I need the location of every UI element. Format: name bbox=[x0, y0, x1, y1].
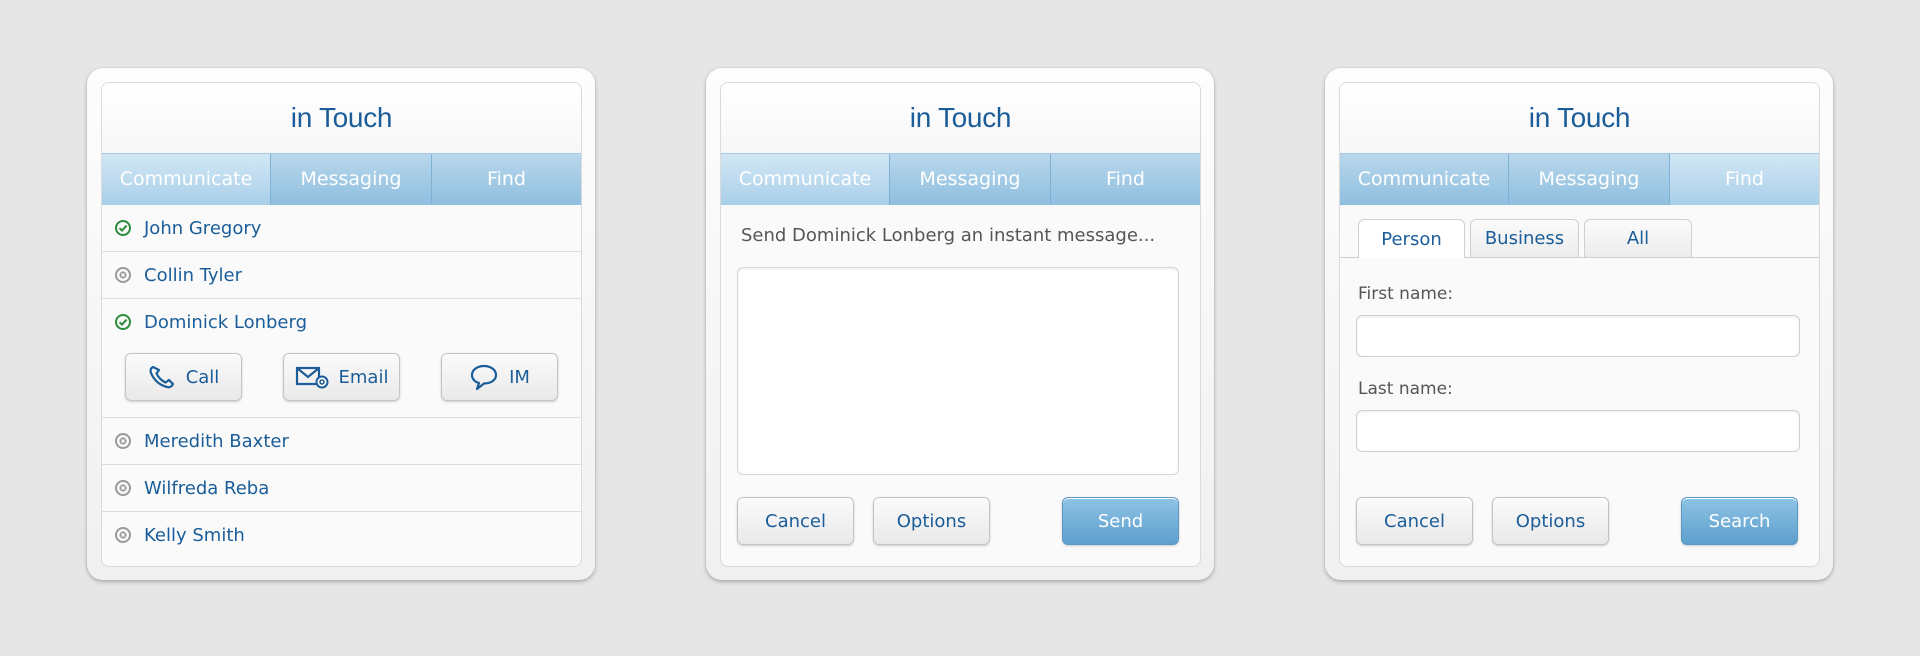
send-button[interactable]: Send bbox=[1062, 497, 1179, 545]
first-name-field[interactable] bbox=[1356, 315, 1800, 357]
contact-name: Collin Tyler bbox=[144, 264, 243, 286]
cancel-button[interactable]: Cancel bbox=[1356, 497, 1473, 545]
contact-item-john-gregory[interactable]: John Gregory bbox=[102, 205, 581, 252]
email-button-label: Email bbox=[338, 366, 389, 388]
tab-communicate[interactable]: Communicate bbox=[721, 154, 889, 205]
offline-status-icon bbox=[115, 267, 131, 283]
offline-status-icon bbox=[115, 480, 131, 496]
online-status-icon bbox=[115, 220, 131, 236]
call-button[interactable]: Call bbox=[125, 353, 242, 401]
im-button[interactable]: IM bbox=[441, 353, 558, 401]
contact-item-kelly-smith[interactable]: Kelly Smith bbox=[102, 512, 581, 558]
message-prompt: Send Dominick Lonberg an instant message… bbox=[741, 225, 1156, 246]
email-button[interactable]: Email bbox=[283, 353, 400, 401]
tab-messaging[interactable]: Messaging bbox=[270, 154, 431, 205]
online-status-icon bbox=[115, 314, 131, 330]
tab-messaging[interactable]: Messaging bbox=[889, 154, 1050, 205]
options-button[interactable]: Options bbox=[873, 497, 990, 545]
phone-icon bbox=[149, 365, 174, 389]
contact-name: Dominick Lonberg bbox=[144, 311, 308, 333]
app-title: in Touch bbox=[1340, 83, 1819, 153]
panel-inner: in Touch Communicate Messaging Find Send… bbox=[720, 82, 1201, 567]
contact-item-meredith-baxter[interactable]: Meredith Baxter bbox=[102, 418, 581, 465]
contact-name: Meredith Baxter bbox=[144, 430, 289, 452]
app-title: in Touch bbox=[102, 83, 581, 153]
call-button-label: Call bbox=[185, 366, 220, 388]
tab-communicate[interactable]: Communicate bbox=[1340, 154, 1508, 205]
panel-inner: in Touch Communicate Messaging Find John… bbox=[101, 82, 582, 567]
subtab-person[interactable]: Person bbox=[1358, 219, 1465, 258]
tab-find[interactable]: Find bbox=[1669, 154, 1819, 205]
last-name-label: Last name: bbox=[1358, 379, 1453, 399]
tab-messaging[interactable]: Messaging bbox=[1508, 154, 1669, 205]
tab-bar: Communicate Messaging Find bbox=[1340, 153, 1819, 205]
tab-find[interactable]: Find bbox=[431, 154, 581, 205]
find-panel: in Touch Communicate Messaging Find Pers… bbox=[1325, 68, 1833, 580]
subtab-business[interactable]: Business bbox=[1470, 219, 1579, 257]
contact-name: Wilfreda Reba bbox=[144, 477, 270, 499]
tab-bar: Communicate Messaging Find bbox=[721, 153, 1200, 205]
email-icon bbox=[295, 366, 329, 389]
last-name-field[interactable] bbox=[1356, 410, 1800, 452]
contact-item-wilfreda-reba[interactable]: Wilfreda Reba bbox=[102, 465, 581, 512]
cancel-button[interactable]: Cancel bbox=[737, 497, 854, 545]
chat-bubble-icon bbox=[470, 364, 498, 391]
search-button[interactable]: Search bbox=[1681, 497, 1798, 545]
communicate-panel: in Touch Communicate Messaging Find John… bbox=[87, 68, 595, 580]
contact-item-collin-tyler[interactable]: Collin Tyler bbox=[102, 252, 581, 299]
offline-status-icon bbox=[115, 433, 131, 449]
contact-item-dominick-lonberg[interactable]: Dominick Lonberg bbox=[102, 299, 581, 345]
offline-status-icon bbox=[115, 527, 131, 543]
subtab-all[interactable]: All bbox=[1584, 219, 1692, 257]
messaging-panel: in Touch Communicate Messaging Find Send… bbox=[706, 68, 1214, 580]
app-title: in Touch bbox=[721, 83, 1200, 153]
contact-name: John Gregory bbox=[144, 217, 262, 239]
first-name-label: First name: bbox=[1358, 284, 1454, 304]
im-button-label: IM bbox=[509, 366, 530, 388]
tab-communicate[interactable]: Communicate bbox=[102, 154, 270, 205]
panel-inner: in Touch Communicate Messaging Find Pers… bbox=[1339, 82, 1820, 567]
contact-actions-row: Call Email IM bbox=[102, 345, 581, 418]
tab-find[interactable]: Find bbox=[1050, 154, 1200, 205]
tab-bar: Communicate Messaging Find bbox=[102, 153, 581, 205]
message-textarea[interactable] bbox=[737, 267, 1179, 475]
contact-name: Kelly Smith bbox=[144, 524, 245, 546]
options-button[interactable]: Options bbox=[1492, 497, 1609, 545]
